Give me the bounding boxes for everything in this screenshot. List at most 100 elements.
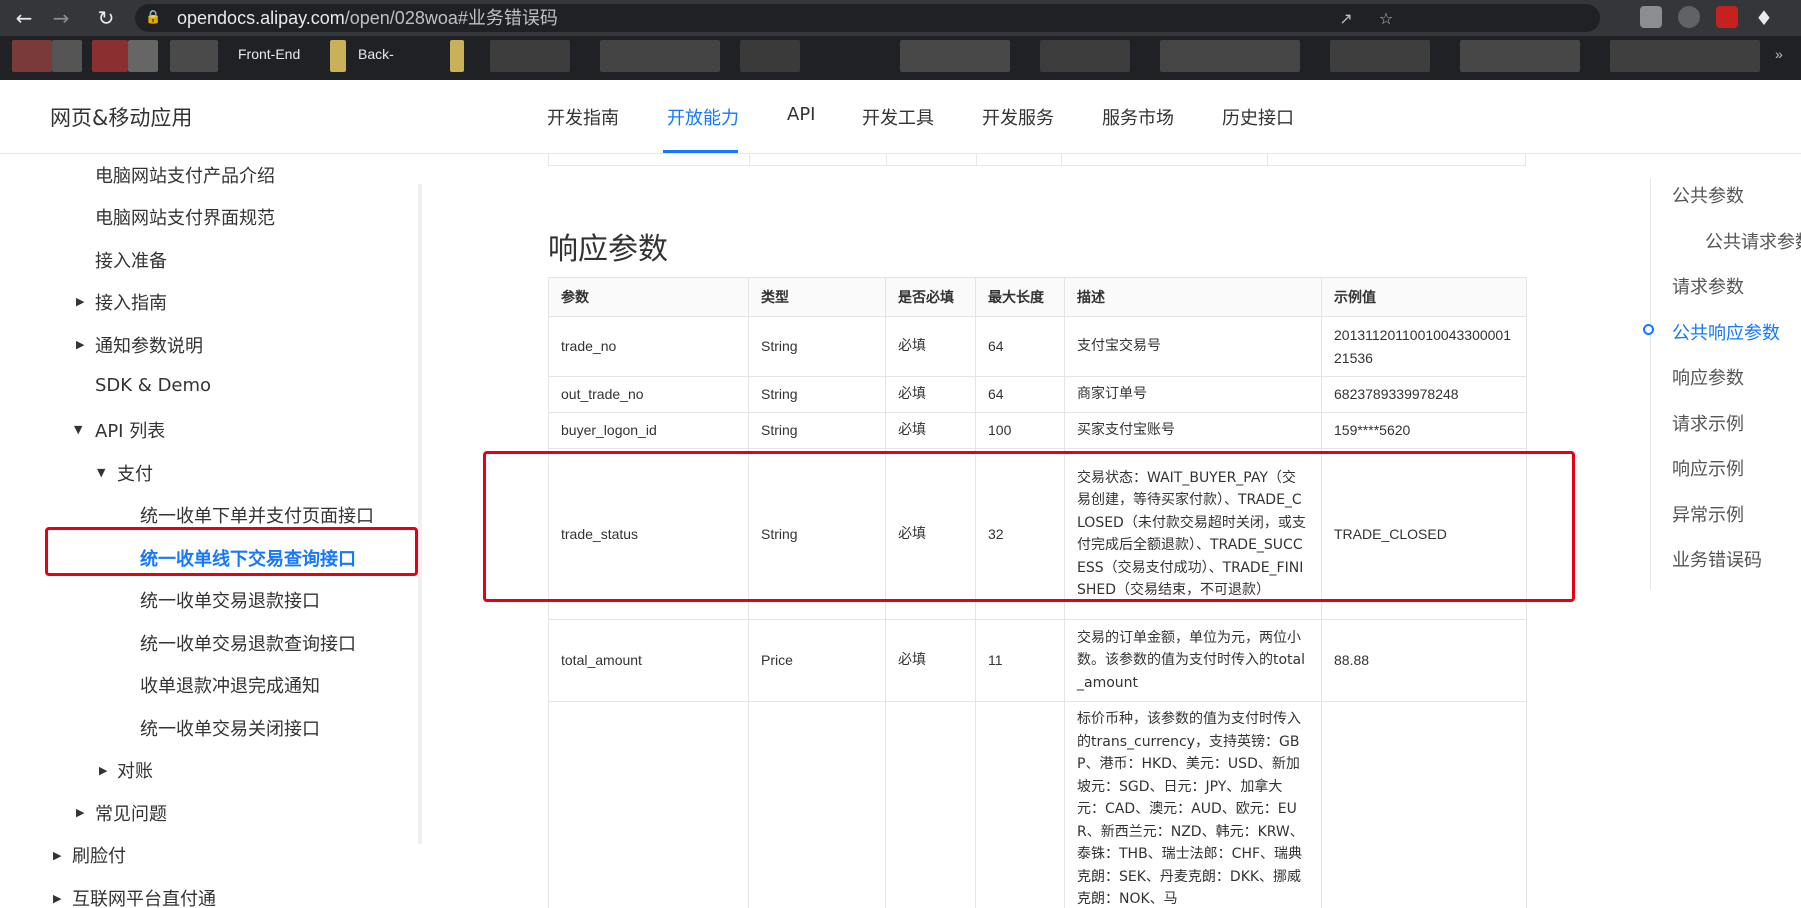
param-required: 必填 (885, 619, 976, 702)
param-description: 商家订单号 (1064, 376, 1322, 413)
bookmark-favicon[interactable] (170, 40, 218, 72)
more-bookmarks-icon[interactable]: » (1775, 46, 1783, 62)
sidebar-item-refund[interactable]: 统一收单交易退款接口 (140, 587, 320, 613)
table-row: buyer_logon_id String 必填 100 买家支付宝账号 159… (548, 412, 1527, 449)
table-row: total_amount Price 必填 11 交易的订单金额，单位为元，两位… (548, 619, 1527, 702)
sidebar-item-sdk-demo[interactable]: SDK & Demo (95, 375, 211, 396)
nav-open-capability[interactable]: 开放能力 (667, 104, 739, 130)
bookmark-item[interactable] (900, 40, 1010, 72)
toc-item-request-example[interactable]: 请求示例 (1672, 410, 1744, 436)
caret-right-icon[interactable]: ▶ (76, 806, 84, 819)
bookmark-star-icon[interactable]: ☆ (1375, 8, 1397, 30)
nav-legacy-api[interactable]: 历史接口 (1222, 104, 1294, 130)
column-header: 类型 (748, 277, 886, 317)
site-brand[interactable]: 网页&移动应用 (50, 102, 192, 132)
param-max-length: 64 (975, 376, 1065, 413)
sidebar-item-ui-spec[interactable]: 电脑网站支付界面规范 (95, 204, 275, 230)
toc-item-response-params[interactable]: 响应参数 (1672, 364, 1744, 390)
sidebar-item-notify-params[interactable]: 通知参数说明 (95, 332, 203, 358)
nav-api[interactable]: API (787, 104, 815, 125)
bookmark-folder-front-end[interactable]: Front-End (238, 46, 300, 62)
address-bar[interactable]: 🔒 opendocs.alipay.com/open/028woa#业务错误码 … (135, 4, 1600, 32)
bookmark-item[interactable] (1460, 40, 1580, 72)
sidebar-item-preparation[interactable]: 接入准备 (95, 247, 167, 273)
bookmark-item[interactable] (1610, 40, 1760, 72)
bookmark-item[interactable] (1330, 40, 1430, 72)
table-row: trade_no String 必填 64 支付宝交易号 20131120110… (548, 316, 1527, 377)
bookmark-item[interactable] (1160, 40, 1300, 72)
param-required: 必填 (885, 376, 976, 413)
bookmark-favicon[interactable] (128, 40, 158, 72)
extension-icon[interactable] (1716, 6, 1738, 28)
sidebar-item-product-intro[interactable]: 电脑网站支付产品介绍 (95, 162, 275, 188)
url-host: opendocs.alipay.com (177, 8, 345, 28)
sidebar-item-api-list[interactable]: API 列表 (95, 417, 165, 443)
back-icon[interactable]: ← (10, 4, 38, 32)
url-text[interactable]: opendocs.alipay.com/open/028woa#业务错误码 (177, 4, 558, 32)
param-type: Price (748, 619, 886, 702)
sidebar-item-refund-notify[interactable]: 收单退款冲退完成通知 (140, 672, 320, 698)
reload-icon[interactable]: ↻ (92, 4, 120, 32)
puzzle-icon[interactable]: ♦ (1750, 4, 1778, 32)
sidebar-item-integration-guide[interactable]: 接入指南 (95, 289, 167, 315)
section-title: 响应参数 (548, 232, 668, 267)
param-example (1321, 701, 1527, 908)
table-header-row: 参数 类型 是否必填 最大长度 描述 示例值 (548, 277, 1527, 317)
param-example: 2013112011001004330000121536 (1321, 316, 1527, 377)
param-example: 159****5620 (1321, 412, 1527, 449)
caret-right-icon[interactable]: ▶ (53, 849, 61, 862)
nav-dev-services[interactable]: 开发服务 (982, 104, 1054, 130)
nav-dev-guide[interactable]: 开发指南 (547, 104, 619, 130)
sidebar-item-trade-close[interactable]: 统一收单交易关闭接口 (140, 715, 320, 741)
site-header: 网页&移动应用 开发指南 开放能力 API 开发工具 开发服务 服务市场 历史接… (0, 80, 1801, 154)
forward-icon[interactable]: → (47, 4, 75, 32)
nav-dev-tools[interactable]: 开发工具 (862, 104, 934, 130)
toc-item-business-error-codes[interactable]: 业务错误码 (1672, 546, 1762, 572)
bookmark-favicon[interactable] (52, 40, 82, 72)
bookmark-item[interactable] (740, 40, 800, 72)
bookmark-folder-back[interactable]: Back- (358, 46, 394, 62)
toc-item-request-params[interactable]: 请求参数 (1672, 273, 1744, 299)
toc-active-marker (1643, 324, 1654, 335)
caret-right-icon[interactable]: ▶ (53, 892, 61, 905)
param-required: 必填 (885, 412, 976, 449)
param-description: 支付宝交易号 (1064, 316, 1322, 377)
sidebar-item-face-pay[interactable]: 刷脸付 (72, 842, 126, 868)
bookmark-item[interactable] (600, 40, 720, 72)
extension-icon[interactable] (1678, 6, 1700, 28)
sidebar-item-direct-pay[interactable]: 互联网平台直付通 (72, 885, 216, 908)
folder-icon (450, 40, 464, 72)
sidebar-item-faq[interactable]: 常见问题 (95, 800, 167, 826)
toc-item-common-response-params[interactable]: 公共响应参数 (1672, 319, 1780, 345)
param-description: 买家支付宝账号 (1064, 412, 1322, 449)
sidebar-scrollbar[interactable] (418, 184, 422, 844)
toc-item-response-example[interactable]: 响应示例 (1672, 455, 1744, 481)
caret-down-icon[interactable]: ▼ (97, 466, 105, 479)
column-header: 示例值 (1321, 277, 1527, 317)
sidebar-item-payment[interactable]: 支付 (117, 460, 153, 486)
param-type: String (748, 316, 886, 377)
param-max-length (975, 701, 1065, 908)
bookmark-item[interactable] (490, 40, 570, 72)
bookmark-item[interactable] (1040, 40, 1130, 72)
sidebar-item-reconciliation[interactable]: 对账 (117, 757, 153, 783)
folder-icon (330, 40, 346, 72)
param-description: 交易的订单金额，单位为元，两位小数。该参数的值为支付时传入的total_amou… (1064, 619, 1322, 702)
caret-right-icon[interactable]: ▶ (76, 338, 84, 351)
caret-right-icon[interactable]: ▶ (99, 764, 107, 777)
extension-icon[interactable] (1640, 6, 1662, 28)
toc-item-common-request-params[interactable]: 公共请求参数 (1705, 228, 1801, 254)
nav-active-underline (663, 150, 738, 153)
sidebar-item-page-pay[interactable]: 统一收单下单并支付页面接口 (140, 502, 374, 528)
lock-icon: 🔒 (145, 10, 162, 25)
caret-down-icon[interactable]: ▼ (74, 423, 82, 436)
sidebar-item-refund-query[interactable]: 统一收单交易退款查询接口 (140, 630, 356, 656)
bookmarks-bar: Front-End Back- » (0, 36, 1801, 80)
nav-service-market[interactable]: 服务市场 (1102, 104, 1174, 130)
toc-item-common-params[interactable]: 公共参数 (1672, 182, 1744, 208)
caret-right-icon[interactable]: ▶ (76, 295, 84, 308)
bookmark-favicon[interactable] (12, 40, 52, 72)
bookmark-favicon[interactable] (92, 40, 128, 72)
toc-item-error-example[interactable]: 异常示例 (1672, 501, 1744, 527)
share-icon[interactable]: ↗ (1335, 8, 1357, 30)
